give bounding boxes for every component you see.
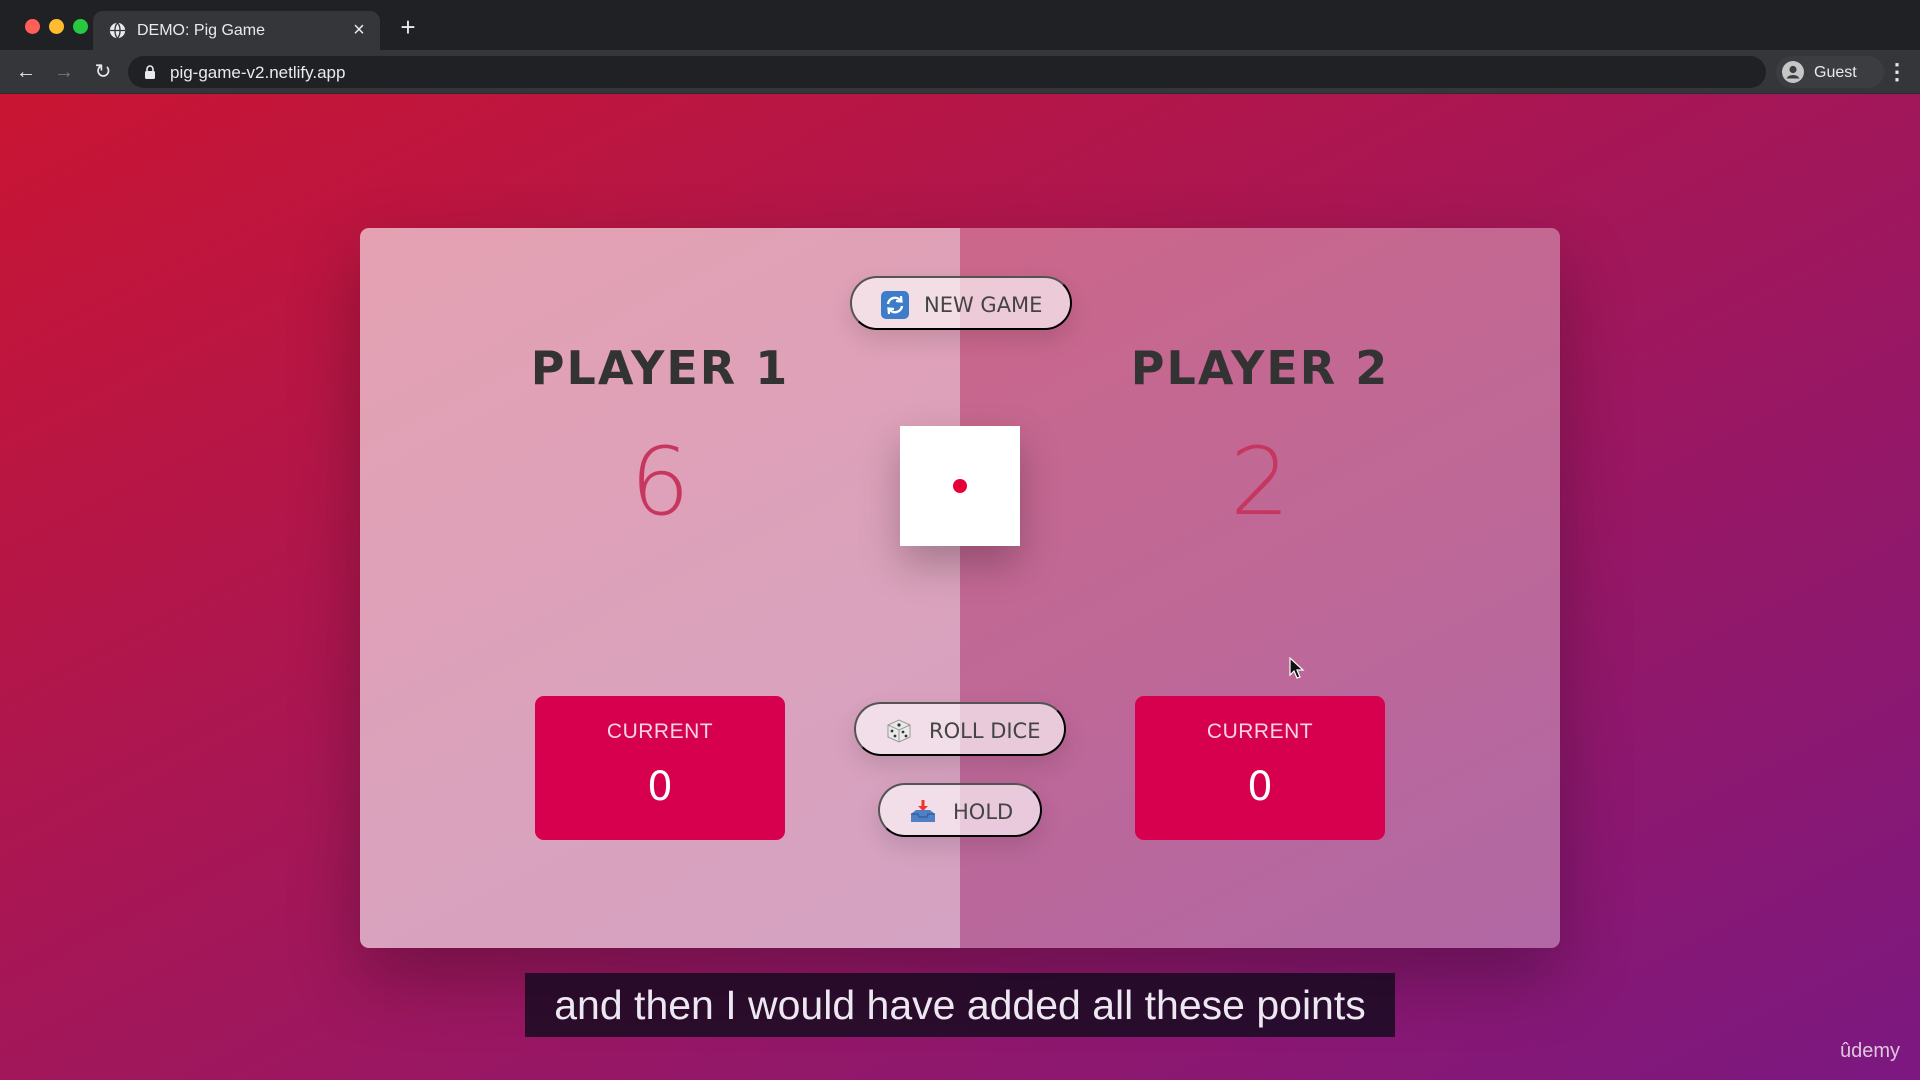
tab-title: DEMO: Pig Game bbox=[137, 22, 266, 39]
roll-dice-label: ROLL DICE bbox=[929, 719, 1041, 743]
refresh-icon bbox=[881, 291, 909, 319]
udemy-watermark: ûdemy bbox=[1840, 1040, 1901, 1062]
close-tab-icon[interactable]: × bbox=[348, 19, 370, 41]
browser-menu-icon[interactable]: ⋮ bbox=[1886, 60, 1908, 84]
inbox-tray-icon bbox=[911, 800, 935, 822]
profile-name: Guest bbox=[1814, 64, 1857, 81]
roll-dice-button[interactable]: ROLL DICE bbox=[854, 702, 1066, 756]
video-subtitle: and then I would have added all these po… bbox=[525, 973, 1395, 1037]
player-2-score: 2 bbox=[1230, 428, 1290, 537]
back-button[interactable]: ← bbox=[14, 60, 38, 84]
avatar-icon bbox=[1782, 61, 1804, 83]
close-window-button[interactable] bbox=[25, 19, 40, 34]
globe-icon bbox=[109, 22, 126, 39]
page-viewport: PLAYER 1 6 CURRENT 0 PLAYER 2 2 CURRENT … bbox=[0, 94, 1920, 1080]
profile-button[interactable]: Guest bbox=[1776, 56, 1884, 88]
lock-icon bbox=[145, 65, 155, 79]
hold-label: HOLD bbox=[953, 800, 1014, 824]
reload-button[interactable]: ↻ bbox=[91, 60, 115, 84]
new-tab-button[interactable]: + bbox=[396, 14, 420, 40]
forward-button[interactable]: → bbox=[52, 60, 76, 84]
player-2-current-label: CURRENT bbox=[1206, 720, 1314, 743]
new-game-button[interactable]: NEW GAME bbox=[850, 276, 1072, 330]
address-bar[interactable]: pig-game-v2.netlify.app bbox=[128, 56, 1766, 88]
hold-button[interactable]: HOLD bbox=[878, 783, 1042, 837]
player-2-current-box: CURRENT 0 bbox=[1135, 696, 1385, 840]
new-game-label: NEW GAME bbox=[924, 293, 1043, 317]
dice-icon bbox=[887, 719, 911, 743]
player-2-panel: PLAYER 2 2 CURRENT 0 bbox=[960, 228, 1560, 948]
dice-pip bbox=[953, 479, 967, 493]
player-2-name: PLAYER 2 bbox=[1130, 341, 1390, 395]
player-2-current-score: 0 bbox=[1247, 764, 1273, 810]
player-1-score: 6 bbox=[630, 428, 690, 537]
browser-toolbar: ← → ↻ pig-game-v2.netlify.app Guest ⋮ bbox=[0, 50, 1920, 94]
minimize-window-button[interactable] bbox=[49, 19, 64, 34]
player-1-panel: PLAYER 1 6 CURRENT 0 bbox=[360, 228, 960, 948]
url-text: pig-game-v2.netlify.app bbox=[170, 63, 346, 82]
game-board: PLAYER 1 6 CURRENT 0 PLAYER 2 2 CURRENT … bbox=[360, 228, 1560, 948]
maximize-window-button[interactable] bbox=[73, 19, 88, 34]
player-1-current-score: 0 bbox=[647, 764, 673, 810]
dice-face bbox=[900, 426, 1020, 546]
browser-tab[interactable]: DEMO: Pig Game × bbox=[93, 11, 380, 50]
player-1-current-box: CURRENT 0 bbox=[535, 696, 785, 840]
player-1-current-label: CURRENT bbox=[606, 720, 714, 743]
mouse-cursor-icon bbox=[1289, 657, 1305, 679]
player-1-name: PLAYER 1 bbox=[530, 341, 790, 395]
browser-titlebar: DEMO: Pig Game × + bbox=[0, 0, 1920, 50]
